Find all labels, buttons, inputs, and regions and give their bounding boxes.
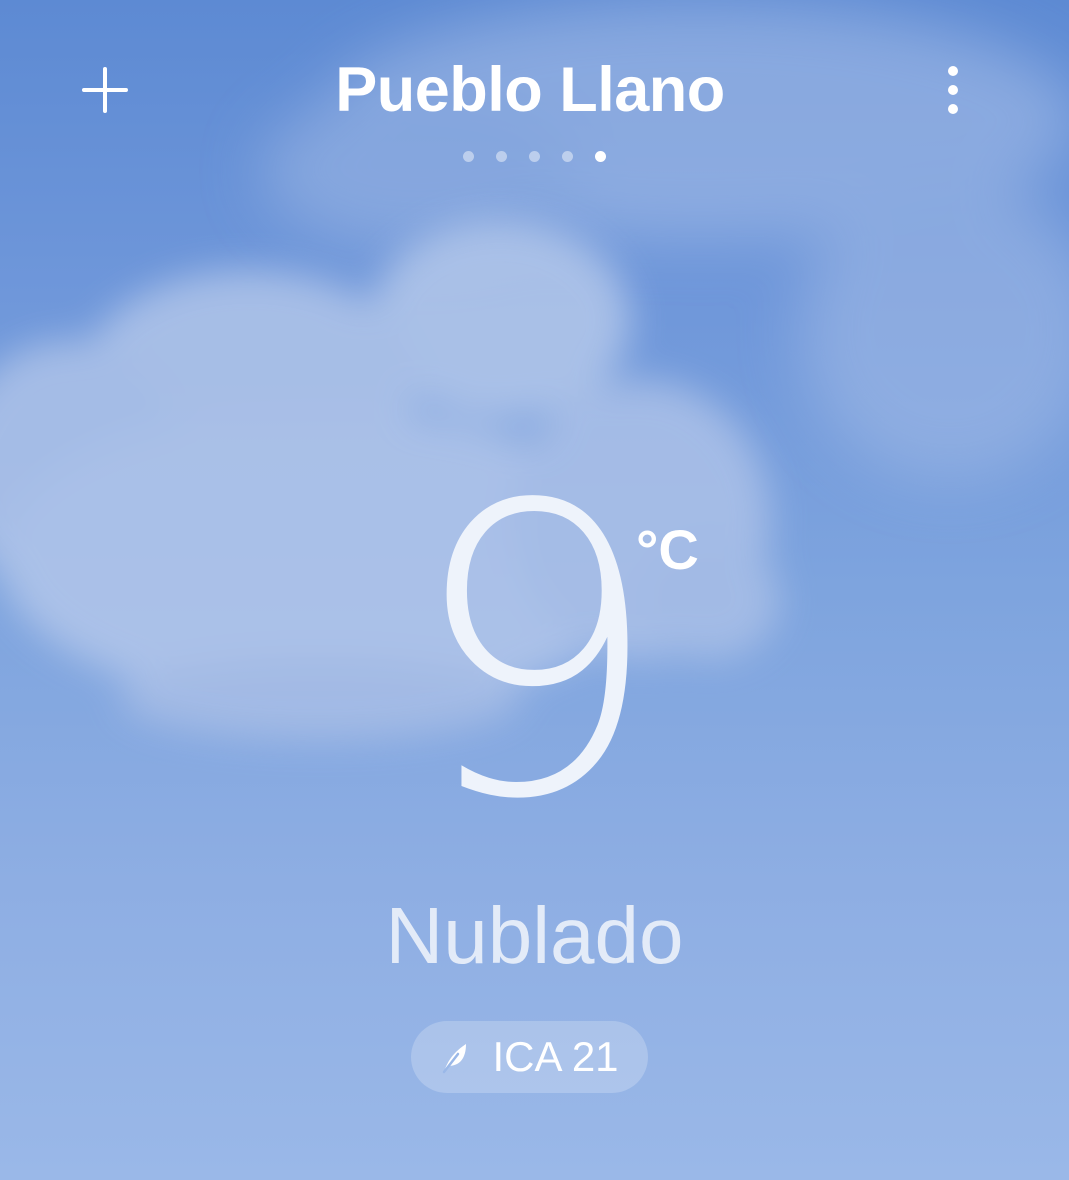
air-quality-label: ICA 21 bbox=[492, 1033, 619, 1080]
current-temperature: 9 °C bbox=[0, 422, 1069, 887]
page-dot[interactable] bbox=[496, 151, 507, 162]
page-dot[interactable] bbox=[529, 151, 540, 162]
page-dot[interactable] bbox=[463, 151, 474, 162]
page-dot-active[interactable] bbox=[595, 151, 606, 162]
location-page-indicator bbox=[0, 151, 1069, 162]
weather-screen: Pueblo Llano 9 °C Nublado ICA 21 bbox=[0, 0, 1069, 1180]
temperature-unit: °C bbox=[636, 518, 699, 581]
leaf-icon bbox=[443, 1044, 467, 1074]
page-dot[interactable] bbox=[562, 151, 573, 162]
temperature-value: 9 bbox=[407, 422, 663, 887]
more-vertical-icon bbox=[948, 66, 958, 114]
air-quality-badge[interactable]: ICA 21 bbox=[411, 1021, 648, 1093]
plus-icon bbox=[82, 67, 128, 113]
more-options-button[interactable] bbox=[920, 55, 986, 125]
add-location-button[interactable] bbox=[70, 55, 140, 125]
city-name: Pueblo Llano bbox=[335, 55, 725, 125]
top-bar: Pueblo Llano bbox=[0, 0, 1069, 190]
weather-condition: Nublado bbox=[385, 891, 684, 980]
